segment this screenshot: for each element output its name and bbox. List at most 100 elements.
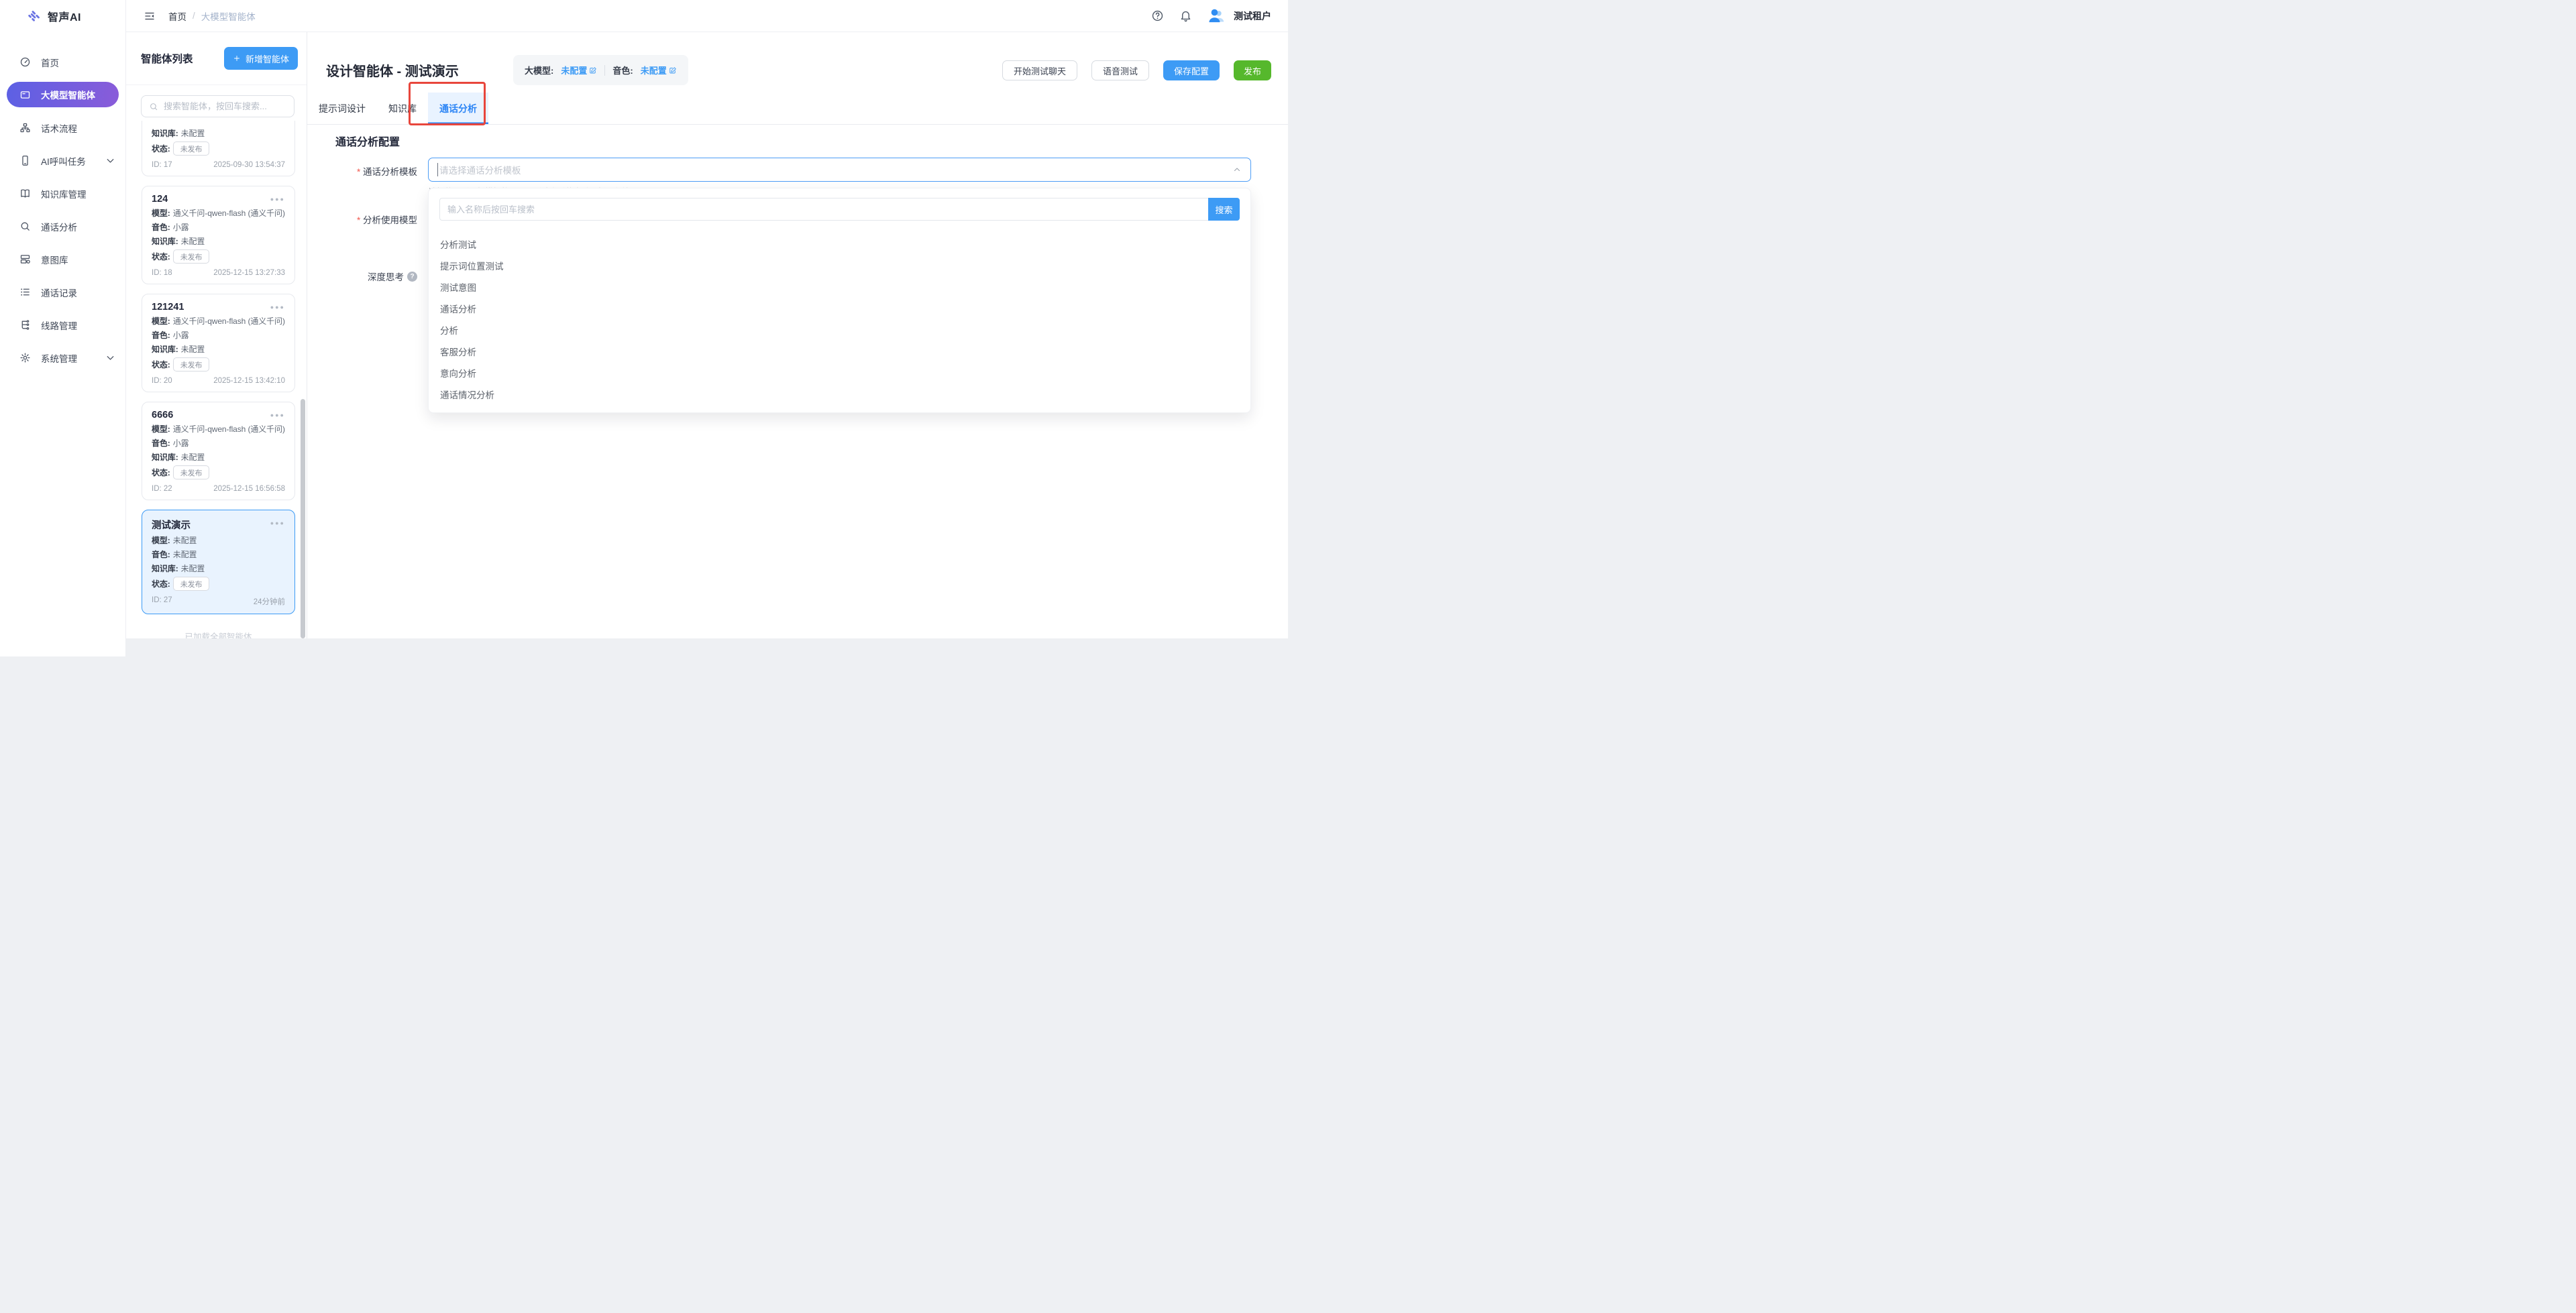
agent-card-time: 2025-12-15 16:56:58 <box>213 485 285 493</box>
edit-icon <box>669 66 677 74</box>
question-tooltip-icon[interactable]: ? <box>407 272 417 282</box>
agent-card-name: 6666 <box>152 410 173 420</box>
agent-card-time: 2025-09-30 13:54:37 <box>213 161 285 169</box>
sidebar-item-dashboard[interactable]: 首页 <box>0 46 125 78</box>
brand-name: 智声AI <box>48 8 81 24</box>
analysis-template-select[interactable]: 请选择通话分析模板 <box>428 158 1251 182</box>
agent-card-list: 知识库:未配置 状态:未发布 ID: 17 2025-09-30 13:54:3… <box>126 121 307 638</box>
model-meta-edit-link[interactable]: 未配置 <box>561 64 597 76</box>
voice-test-button[interactable]: 语音测试 <box>1091 60 1149 80</box>
header-actions: 开始测试聊天 语音测试 保存配置 发布 <box>1002 60 1271 80</box>
agent-card[interactable]: 124 ●●● 模型:通义千问-qwen-flash (通义千问) 音色:小露 … <box>142 186 295 284</box>
voice-meta-edit-link[interactable]: 未配置 <box>641 64 677 76</box>
sidebar-collapse-icon[interactable] <box>144 10 156 22</box>
start-test-chat-button[interactable]: 开始测试聊天 <box>1002 60 1077 80</box>
status-badge: 未发布 <box>173 465 210 479</box>
agent-meta-pill: 大模型: 未配置 音色: 未配置 <box>513 55 688 85</box>
sidebar-item-flow[interactable]: 话术流程 <box>0 111 125 144</box>
search-icon <box>149 102 158 111</box>
tab-2[interactable]: 通话分析 <box>428 93 488 124</box>
more-actions-icon[interactable]: ●●● <box>270 410 285 418</box>
agent-card-time: 2025-12-15 13:27:33 <box>213 269 285 277</box>
dropdown-option[interactable]: 通话情况分析 <box>429 385 1250 406</box>
topbar: 首页 / 大模型智能体 测试租户 <box>126 0 1288 32</box>
intent-icon <box>19 253 31 265</box>
sidebar-nav: 首页 大模型智能体 话术流程 AI呼叫任务 知识库管理 通话分析 意图库 通话记… <box>0 32 125 374</box>
agent-card[interactable]: 测试演示 ●●● 模型:未配置 音色:未配置 知识库:未配置 状态:未发布 ID… <box>142 510 295 614</box>
page-title: 设计智能体 - 测试演示 <box>326 60 459 80</box>
agent-card-time: 24分钟前 <box>254 596 285 607</box>
route-icon <box>19 319 31 331</box>
tab-0[interactable]: 提示词设计 <box>307 93 377 124</box>
agent-search-input[interactable] <box>164 101 286 111</box>
dropdown-option[interactable]: 测试意图 <box>429 278 1250 299</box>
agent-icon <box>19 89 31 101</box>
voice-meta-value: 未配置 <box>641 64 667 76</box>
sidebar-item-phone[interactable]: AI呼叫任务 <box>0 144 125 177</box>
agent-card-id: ID: 27 <box>152 596 172 607</box>
more-actions-icon[interactable]: ●●● <box>270 518 285 526</box>
template-field-label: 通话分析模板 <box>307 164 417 178</box>
sidebar-item-search[interactable]: 通话分析 <box>0 210 125 243</box>
sidebar-item-book[interactable]: 知识库管理 <box>0 177 125 210</box>
topbar-right: 测试租户 <box>1151 7 1271 25</box>
dropdown-option[interactable]: 意向分析 <box>429 363 1250 385</box>
sidebar-item-intent[interactable]: 意图库 <box>0 243 125 276</box>
deep-think-label: 深度思考 <box>368 270 404 283</box>
records-icon <box>19 286 31 298</box>
save-config-button[interactable]: 保存配置 <box>1163 60 1220 80</box>
agent-card-time: 2025-12-15 13:42:10 <box>213 377 285 385</box>
search-icon <box>19 221 31 232</box>
section-title: 通话分析配置 <box>335 133 400 149</box>
add-agent-button[interactable]: 新增智能体 <box>224 47 298 70</box>
breadcrumb-separator: / <box>193 11 195 21</box>
agent-card-id: ID: 22 <box>152 485 172 493</box>
agent-card-id: ID: 17 <box>152 161 172 169</box>
dropdown-option[interactable]: 提示词位置测试 <box>429 256 1250 278</box>
more-actions-icon[interactable]: ●●● <box>270 302 285 310</box>
agent-card-id: ID: 20 <box>152 377 172 385</box>
publish-button[interactable]: 发布 <box>1234 60 1271 80</box>
agent-card[interactable]: 6666 ●●● 模型:通义千问-qwen-flash (通义千问) 音色:小露… <box>142 402 295 500</box>
gear-icon <box>19 352 31 363</box>
brand-logo: 智声AI <box>0 0 125 32</box>
agent-search-box <box>141 95 294 117</box>
dashboard-icon <box>19 56 31 68</box>
notification-bell-icon[interactable] <box>1179 9 1192 22</box>
dropdown-search-button[interactable]: 搜索 <box>1208 198 1240 221</box>
edit-icon <box>589 66 597 74</box>
agent-card-id: ID: 18 <box>152 269 172 277</box>
book-icon <box>19 188 31 199</box>
agent-card[interactable]: 121241 ●●● 模型:通义千问-qwen-flash (通义千问) 音色:… <box>142 294 295 392</box>
list-scrollbar-thumb[interactable] <box>301 399 305 638</box>
sidebar-item-route[interactable]: 线路管理 <box>0 308 125 341</box>
tab-1[interactable]: 知识库 <box>377 93 428 124</box>
add-agent-label: 新增智能体 <box>246 52 289 65</box>
design-main-area: 设计智能体 - 测试演示 大模型: 未配置 音色: 未配置 开始测试聊天 语音测… <box>307 32 1288 638</box>
sidebar-item-records[interactable]: 通话记录 <box>0 276 125 308</box>
status-badge: 未发布 <box>173 577 210 591</box>
meta-divider <box>604 65 605 76</box>
agent-card-name: 测试演示 <box>152 518 191 532</box>
chevron-down-icon <box>105 352 116 363</box>
dropdown-search-input[interactable] <box>439 198 1208 221</box>
tenant-name[interactable]: 测试租户 <box>1234 9 1271 23</box>
dropdown-option[interactable]: 通话分析 <box>429 299 1250 321</box>
agent-card[interactable]: 知识库:未配置 状态:未发布 ID: 17 2025-09-30 13:54:3… <box>142 121 295 176</box>
phone-icon <box>19 155 31 166</box>
breadcrumb-current: 大模型智能体 <box>201 9 256 23</box>
dropdown-option[interactable]: 分析测试 <box>429 235 1250 256</box>
breadcrumb: 首页 / 大模型智能体 <box>168 9 256 23</box>
more-actions-icon[interactable]: ●●● <box>270 194 285 203</box>
status-badge: 未发布 <box>173 357 210 372</box>
dropdown-option[interactable]: 客服分析 <box>429 342 1250 363</box>
sidebar-item-agent[interactable]: 大模型智能体 <box>7 82 119 107</box>
breadcrumb-home[interactable]: 首页 <box>168 9 186 23</box>
model-meta-label: 大模型: <box>525 64 553 76</box>
help-icon[interactable] <box>1151 9 1164 22</box>
template-dropdown-panel: 搜索 分析测试提示词位置测试测试意图通话分析分析客服分析意向分析通话情况分析 <box>428 188 1251 413</box>
sidebar-item-gear[interactable]: 系统管理 <box>0 341 125 374</box>
dropdown-option[interactable]: 分析 <box>429 321 1250 342</box>
list-end-text: 已加载全部智能体 <box>142 630 295 638</box>
user-avatar[interactable] <box>1208 7 1226 25</box>
